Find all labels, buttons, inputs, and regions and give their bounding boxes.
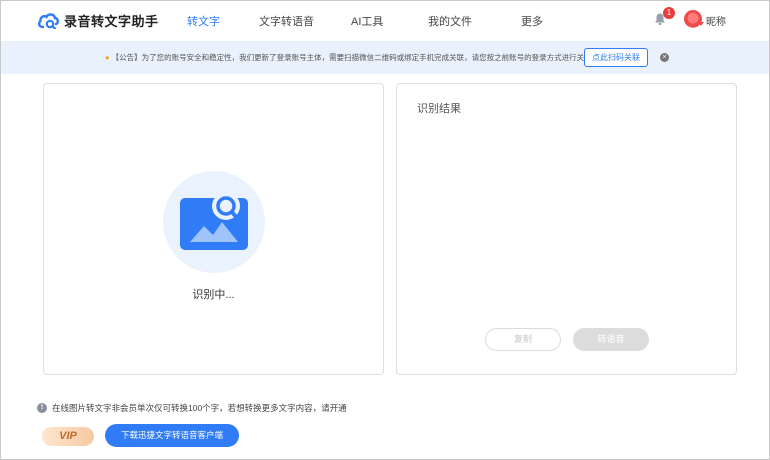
avatar-dropdown-icon (698, 22, 704, 26)
to-voice-button[interactable]: 转语音 (573, 328, 649, 351)
image-placeholder-circle (163, 171, 265, 273)
top-header: 录音转文字助手 转文字 文字转语音 AI工具 我的文件 更多 1 昵称 (1, 1, 769, 39)
image-search-icon (180, 192, 248, 250)
copy-button[interactable]: 复制 (485, 328, 561, 351)
close-icon[interactable]: × (660, 53, 669, 62)
nav-more[interactable]: 更多 (521, 13, 543, 29)
download-client-button[interactable]: 下载迅捷文字转语音客户端 (105, 424, 239, 447)
member-tip: ! 在线图片转文字非会员单次仅可转换100个字，若想转换更多文字内容，请开通 (37, 402, 347, 414)
scan-link-button[interactable]: 点此扫码关联 (584, 48, 648, 67)
recognizing-status: 识别中... (192, 289, 235, 301)
result-panel: 识别结果 复制 转语音 (396, 83, 737, 375)
nav-speech-to-text[interactable]: 转文字 (187, 13, 220, 29)
announcement-text: 【公告】为了您的账号安全和稳定性，我们更新了登录账号主体，需要扫描微信二维码或绑… (111, 53, 600, 62)
nav-my-files[interactable]: 我的文件 (428, 13, 472, 29)
announcement-bell-icon: ● (105, 53, 110, 62)
nav-ai-tools[interactable]: AI工具 (351, 13, 383, 29)
app-name: 录音转文字助手 (64, 14, 159, 29)
member-tip-text: 在线图片转文字非会员单次仅可转换100个字，若想转换更多文字内容，请开通 (52, 403, 347, 413)
info-icon: ! (37, 403, 47, 413)
app-logo[interactable]: 录音转文字助手 (37, 11, 159, 30)
notification-badge: 1 (663, 7, 675, 19)
vip-button[interactable]: VIP (42, 427, 94, 446)
user-nickname[interactable]: 昵称 (706, 13, 726, 28)
result-title: 识别结果 (417, 103, 461, 115)
upload-panel: 识别中... (43, 83, 384, 375)
cloud-logo-icon (37, 13, 59, 29)
nav-text-to-speech[interactable]: 文字转语音 (259, 13, 314, 29)
announcement-text-wrap: ● 【公告】为了您的账号安全和稳定性，我们更新了登录账号主体，需要扫描微信二维码… (105, 52, 599, 63)
announcement-bar: ● 【公告】为了您的账号安全和稳定性，我们更新了登录账号主体，需要扫描微信二维码… (1, 41, 769, 74)
